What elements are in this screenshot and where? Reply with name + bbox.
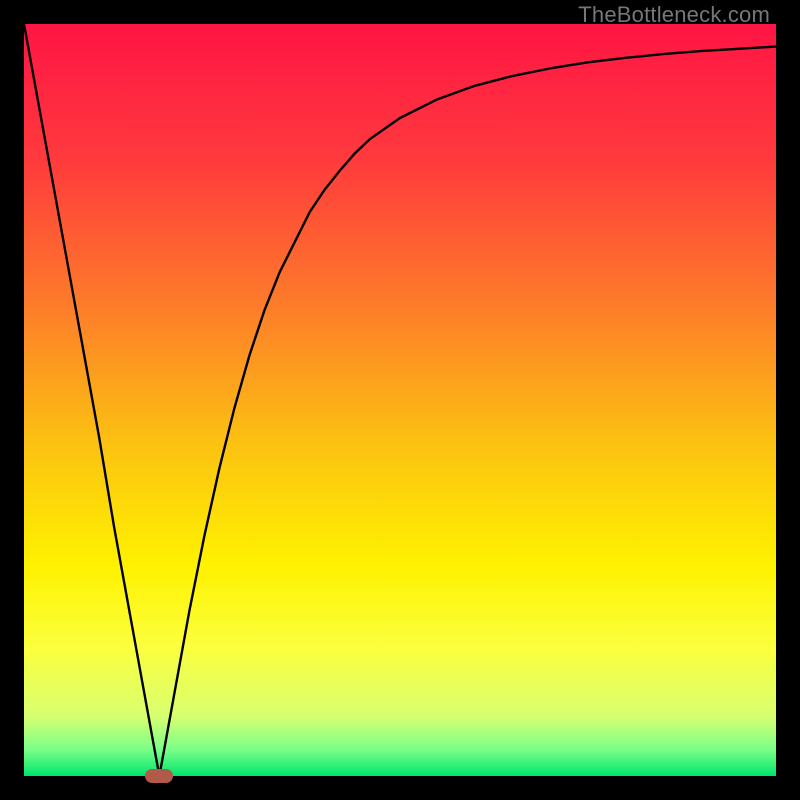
bottleneck-curve-chart: [24, 24, 776, 776]
watermark-text: TheBottleneck.com: [578, 2, 770, 28]
gradient-background: [24, 24, 776, 776]
optimal-point-marker: [145, 769, 173, 783]
chart-frame: [24, 24, 776, 776]
